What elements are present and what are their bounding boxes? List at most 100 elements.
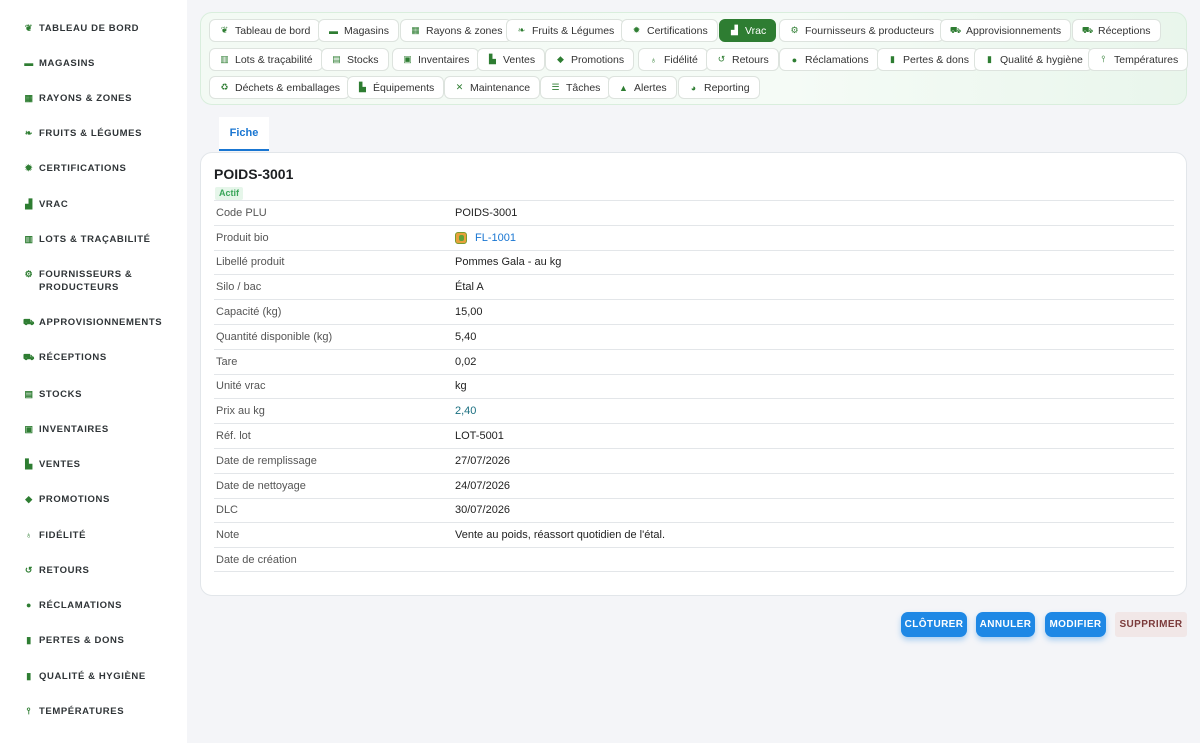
nav-chip-qualite-hygiene[interactable]: ▮ Qualité & hygiène [974, 48, 1093, 71]
nav-chip-label: Réceptions [1098, 24, 1151, 37]
truck-icon: ⛟ [23, 351, 35, 362]
sidebar-item-label: PROMOTIONS [39, 494, 110, 505]
nav-chip-certifications[interactable]: ✹ Certifications [621, 19, 718, 42]
modifier-button[interactable]: MODIFIER [1045, 612, 1106, 637]
nav-chip-promotions[interactable]: ◆ Promotions [545, 48, 635, 71]
nav-chip-label: Alertes [634, 81, 667, 94]
sidebar-item-label: PERTES & DONS [39, 635, 125, 646]
nav-chip-label: Retours [732, 53, 769, 66]
sidebar-item-fruits-legumes[interactable]: ❧ FRUITS & LÉGUMES [24, 127, 179, 140]
nav-chip-stocks[interactable]: ▤ Stocks [321, 48, 389, 71]
truck-icon: ⛟ [1081, 24, 1094, 35]
nav-chip-fournisseurs-producteurs[interactable]: ⚙ Fournisseurs & producteurs [779, 19, 944, 42]
field-value: LOT-5001 [455, 430, 504, 443]
field-label: Note [216, 529, 240, 542]
sidebar-item-certifications[interactable]: ✹ CERTIFICATIONS [24, 162, 179, 175]
nav-chip-receptions[interactable]: ⛟ Réceptions [1072, 19, 1161, 42]
record-title: POIDS-3001 [214, 166, 294, 182]
nav-chip-vrac[interactable]: ▟ Vrac [719, 19, 777, 42]
tab-fiche[interactable]: Fiche [219, 117, 269, 151]
nav-chip-ventes[interactable]: ▙ Ventes [477, 48, 546, 71]
sidebar-item-reclamations[interactable]: ● RÉCLAMATIONS [24, 599, 179, 612]
sidebar-item-fidelite[interactable]: ♁ FIDÉLITÉ [24, 529, 179, 542]
nav-chip-magasins[interactable]: ▬ Magasins [318, 19, 399, 42]
sidebar-item-temperatures[interactable]: ⫯ TEMPÉRATURES [24, 705, 179, 718]
sidebar-item-magasins[interactable]: ▬ MAGASINS [24, 57, 179, 70]
nav-chip-pertes-dons[interactable]: ▮ Pertes & dons [877, 48, 979, 71]
recycle-icon: ♻ [220, 82, 229, 92]
sprout-icon: ❦ [220, 25, 229, 35]
nav-chip-fruits-legumes[interactable]: ❧ Fruits & Légumes [506, 19, 625, 42]
sidebar-item-approvisionnements[interactable]: ⛟ APPROVISIONNEMENTS [23, 316, 179, 329]
sidebar-item-label: TABLEAU DE BORD [39, 23, 140, 34]
field-row: Prix au kg 2,40 [214, 398, 1174, 423]
sidebar-item-pertes-dons[interactable]: ▮ PERTES & DONS [24, 634, 179, 647]
sidebar-item-tableau-de-bord[interactable]: ❦ TABLEAU DE BORD [24, 22, 179, 35]
sidebar-item-qualite-hygiene[interactable]: ▮ QUALITÉ & HYGIÈNE [24, 670, 179, 683]
field-row: Quantité disponible (kg) 5,40 [214, 323, 1174, 349]
nav-chip-label: Fournisseurs & producteurs [805, 24, 934, 37]
field-row: Date de nettoyage 24/07/2026 [214, 472, 1174, 498]
sidebar-item-ventes[interactable]: ▙ VENTES [24, 458, 179, 471]
field-label: Quantité disponible (kg) [216, 330, 333, 343]
nav-chip-label: Températures [1114, 53, 1179, 66]
sidebar-item-inventaires[interactable]: ▣ INVENTAIRES [24, 423, 179, 436]
nav-chip-tableau-de-bord[interactable]: ❦ Tableau de bord [209, 19, 321, 42]
nav-chip-label: Vrac [745, 24, 767, 37]
nav-chip-label: Certifications [647, 24, 708, 37]
store-icon: ▬ [24, 57, 34, 68]
nav-chip-label: Ventes [503, 53, 536, 66]
field-row: Code PLU POIDS-3001 [214, 200, 1174, 225]
nav-chip-maintenance[interactable]: ✕ Maintenance [444, 76, 541, 99]
cash-register-icon: ▙ [489, 54, 496, 64]
field-label: Unité vrac [216, 380, 266, 393]
sidebar-item-rayons-zones[interactable]: ▦ RAYONS & ZONES [24, 92, 179, 105]
field-label: Produit bio [216, 231, 269, 244]
produit-bio-link[interactable]: FL-1001 [455, 231, 516, 244]
nav-chip-equipements[interactable]: ▙ Équipements [347, 76, 445, 99]
sidebar-item-label: RAYONS & ZONES [39, 93, 133, 104]
field-value: kg [455, 380, 467, 393]
sidebar-item-vrac[interactable]: ▟ VRAC [24, 198, 179, 211]
nav-chip-reclamations[interactable]: ● Réclamations [779, 48, 879, 71]
sidebar: ❦ TABLEAU DE BORD ▬ MAGASINS ▦ RAYONS & ZON… [0, 0, 187, 743]
sidebar-item-receptions[interactable]: ⛟ RÉCEPTIONS [23, 351, 179, 364]
field-value: 2,40 [455, 405, 477, 418]
sidebar-item-label: INVENTAIRES [39, 424, 109, 435]
field-label: Réf. lot [216, 430, 251, 443]
supprimer-button[interactable]: SUPPRIMER [1115, 612, 1187, 637]
annuler-button[interactable]: ANNULER [976, 612, 1035, 637]
sidebar-item-fournisseurs-producteurs[interactable]: ⚙ FOURNISSEURS & PRODUCTEURS [24, 268, 179, 294]
sidebar-item-promotions[interactable]: ◆ PROMOTIONS [24, 493, 179, 506]
field-label: Capacité (kg) [216, 306, 282, 319]
sidebar-item-lots-tracabilite[interactable]: ▥ LOTS & TRAÇABILITÉ [24, 233, 179, 246]
field-row: Unité vrac kg [214, 373, 1174, 399]
nav-chip-taches[interactable]: ☰ Tâches [540, 76, 611, 99]
field-label: Libellé produit [216, 256, 285, 269]
nav-chip-reporting[interactable]: ◕ Reporting [678, 76, 760, 99]
nav-chip-approvisionnements[interactable]: ⛟ Approvisionnements [940, 19, 1072, 42]
chat-icon: ● [25, 599, 33, 610]
badge-icon: ✹ [632, 25, 641, 35]
thermometer-icon: ⫯ [1101, 54, 1106, 64]
sidebar-item-retours[interactable]: ↺ RETOURS [24, 564, 179, 577]
field-value: Pommes Gala - au kg [455, 256, 562, 269]
field-row: DLC 30/07/2026 [214, 497, 1174, 523]
sidebar-item-label: QUALITÉ & HYGIÈNE [39, 671, 146, 682]
nav-chip-temperatures[interactable]: ⫯ Températures [1088, 48, 1189, 71]
nav-chip-fidelite[interactable]: ♁ Fidélité [638, 48, 708, 71]
sidebar-item-label: FOURNISSEURS & PRODUCTEURS [39, 269, 133, 293]
trash-icon: ▮ [890, 54, 895, 64]
nav-chip-label: Rayons & zones [426, 24, 503, 37]
nav-chip-lots-tracabilite[interactable]: ▥ Lots & traçabilité [209, 48, 323, 71]
field-row: Tare 0,02 [214, 348, 1174, 374]
nav-chip-label: Réclamations [805, 53, 869, 66]
equipment-icon: ▙ [359, 82, 366, 92]
sidebar-item-stocks[interactable]: ▤ STOCKS [24, 388, 179, 401]
nav-chip-rayons-zones[interactable]: ▦ Rayons & zones [400, 19, 513, 42]
nav-chip-inventaires[interactable]: ▣ Inventaires [392, 48, 480, 71]
nav-chip-alertes[interactable]: ▲ Alertes [608, 76, 677, 99]
nav-chip-retours[interactable]: ↺ Retours [706, 48, 779, 71]
nav-chip-dechets-emballages[interactable]: ♻ Déchets & emballages [209, 76, 351, 99]
cloturer-button[interactable]: CLÔTURER [901, 612, 967, 637]
